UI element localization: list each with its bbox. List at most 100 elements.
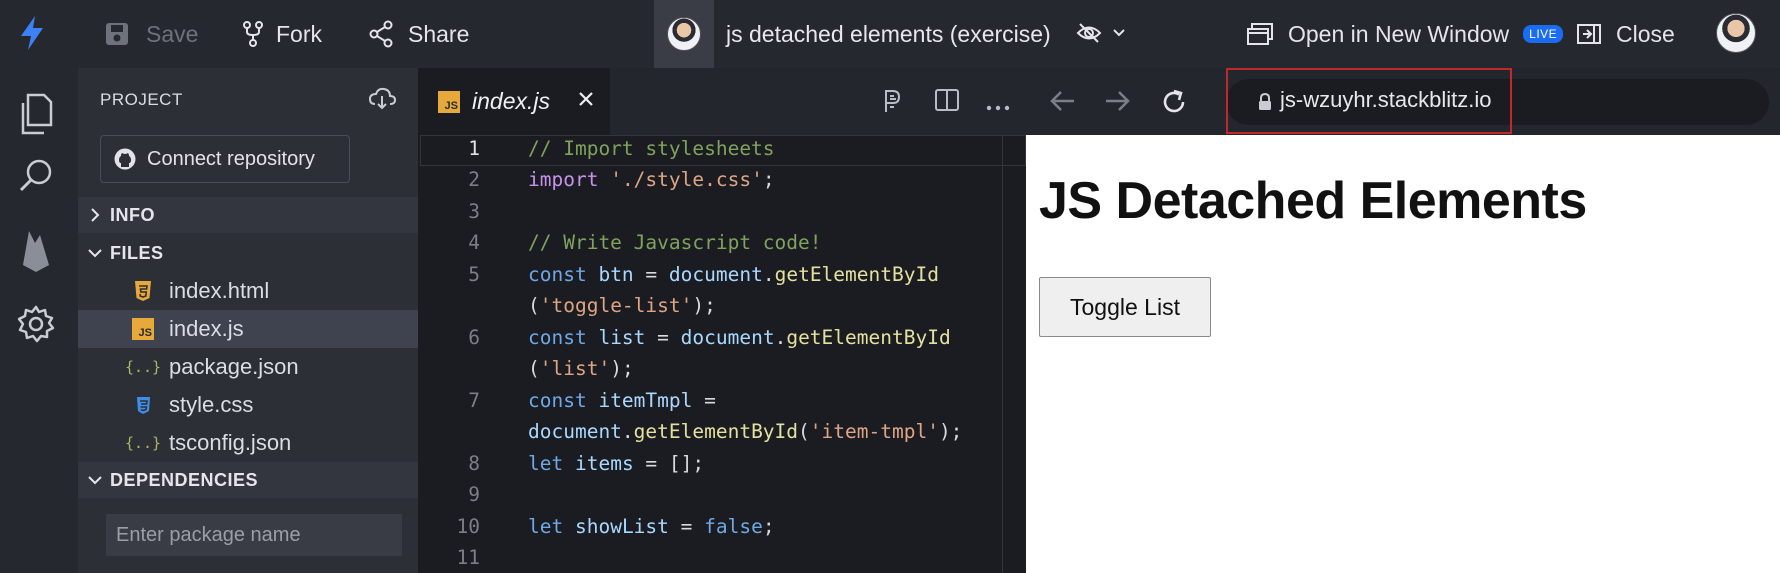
editor-tab-label: index.js	[472, 88, 550, 114]
live-badge: LIVE	[1523, 25, 1564, 43]
project-label: PROJECT	[100, 90, 183, 109]
forward-arrow-icon[interactable]	[1104, 88, 1132, 119]
share-button[interactable]: Share	[368, 0, 469, 68]
files-section-label: FILES	[110, 242, 164, 263]
user-avatar[interactable]	[1716, 13, 1756, 53]
line-number: 11	[456, 546, 480, 569]
dependencies-section-label: DEPENDENCIES	[110, 469, 259, 490]
project-sidebar: PROJECT Connect repository INFO FILES in…	[78, 68, 418, 573]
stackblitz-logo-icon[interactable]	[18, 14, 46, 57]
file-item-package-json[interactable]: {..} package.json	[78, 348, 418, 386]
gear-icon[interactable]	[14, 302, 58, 346]
line-number: 3	[468, 200, 480, 223]
file-name: package.json	[169, 354, 299, 379]
eye-off-icon	[1076, 23, 1102, 43]
line-number: 10	[456, 515, 480, 538]
file-name: index.js	[169, 316, 244, 341]
fork-button[interactable]: Fork	[242, 0, 322, 68]
line-number: 1	[468, 137, 480, 160]
files-icon[interactable]	[14, 92, 58, 136]
more-options-icon[interactable]	[986, 98, 1010, 116]
back-arrow-icon[interactable]	[1048, 88, 1076, 119]
files-section-header[interactable]: FILES	[78, 235, 418, 271]
editor-tab-index-js[interactable]: JS index.js	[418, 68, 610, 135]
close-label: Close	[1616, 20, 1675, 47]
css-icon	[132, 394, 154, 416]
editor-tab-bar: JS index.js	[418, 68, 1026, 135]
file-item-style-css[interactable]: style.css	[78, 386, 418, 424]
toggle-list-button[interactable]: Toggle List	[1039, 277, 1211, 337]
code-line: ('list');	[528, 357, 634, 380]
reload-icon[interactable]	[1160, 88, 1188, 121]
code-area[interactable]: 1 2 3 4 5 6 7 8 9 10 11 // Import styles…	[418, 135, 1026, 573]
package-name-input[interactable]	[106, 514, 402, 556]
line-number: 5	[468, 263, 480, 286]
github-icon	[114, 148, 136, 170]
prettier-format-icon[interactable]	[882, 88, 904, 119]
preview-heading: JS Detached Elements	[1039, 172, 1587, 230]
preview-pane: JS Detached Elements Toggle List	[1026, 135, 1780, 573]
line-number: 2	[468, 168, 480, 191]
save-button[interactable]: Save	[104, 0, 198, 68]
chevron-down-icon	[1113, 29, 1125, 37]
file-item-tsconfig-json[interactable]: {..} tsconfig.json	[78, 424, 418, 462]
top-bar: Save Fork Share js detached elements (ex…	[0, 0, 1780, 68]
file-name: tsconfig.json	[169, 430, 292, 455]
js-icon: JS	[438, 90, 460, 113]
line-number: 8	[468, 452, 480, 475]
fork-icon	[243, 21, 263, 47]
open-window-label: Open in New Window	[1288, 20, 1510, 47]
file-name: style.css	[169, 392, 254, 417]
code-editor: JS index.js 1 2 3 4 5 6 7 8 9 10 11 // I…	[418, 68, 1026, 573]
file-item-index-html[interactable]: index.html	[78, 272, 418, 310]
url-text[interactable]: js-wzuyhr.stackblitz.io	[1280, 87, 1492, 113]
line-number: 7	[468, 389, 480, 412]
save-icon	[106, 23, 128, 45]
info-section-label: INFO	[110, 204, 155, 225]
lock-icon	[1258, 92, 1272, 116]
code-line: const btn = document.getElementById	[528, 263, 939, 286]
line-number: 9	[468, 483, 480, 506]
preview-toolbar: js-wzuyhr.stackblitz.io	[1026, 68, 1780, 135]
activity-bar	[0, 68, 78, 573]
dependencies-section-header[interactable]: DEPENDENCIES	[78, 462, 418, 498]
js-icon: JS	[132, 318, 154, 340]
project-avatar-tab[interactable]	[654, 0, 714, 68]
split-editor-icon[interactable]	[934, 88, 960, 117]
search-icon[interactable]	[14, 154, 58, 198]
project-owner-avatar	[667, 17, 701, 51]
open-new-window-button[interactable]: Open in New Window LIVE	[1246, 0, 1564, 68]
file-name: index.html	[169, 278, 270, 303]
js-badge: JS	[132, 318, 154, 340]
visibility-dropdown[interactable]	[1076, 20, 1126, 46]
line-number: 4	[468, 231, 480, 254]
code-line: // Write Javascript code!	[528, 231, 822, 254]
share-icon	[369, 20, 393, 48]
chevron-right-icon	[80, 207, 110, 223]
info-section-header[interactable]: INFO	[78, 197, 418, 233]
code-line: const itemTmpl =	[528, 389, 716, 412]
code-line: document.getElementById('item-tmpl');	[528, 420, 963, 443]
fork-label: Fork	[276, 20, 322, 47]
chevron-down-icon	[80, 475, 110, 485]
close-panel-icon	[1577, 24, 1601, 44]
connect-repository-label: Connect repository	[147, 147, 315, 170]
code-line: let items = [];	[528, 452, 705, 475]
close-icon[interactable]	[578, 91, 594, 112]
code-line: // Import stylesheets	[528, 137, 775, 160]
html-icon	[132, 280, 154, 302]
connect-repository-button[interactable]: Connect repository	[100, 135, 350, 183]
chevron-down-icon	[80, 248, 110, 258]
close-preview-button[interactable]: Close	[1576, 0, 1675, 68]
code-line: ('toggle-list');	[528, 294, 716, 317]
line-number: 6	[468, 326, 480, 349]
new-window-icon	[1247, 23, 1273, 45]
firebase-icon[interactable]	[14, 228, 58, 272]
save-label: Save	[146, 20, 199, 47]
cloud-download-icon[interactable]	[368, 86, 397, 115]
file-item-index-js[interactable]: JS index.js	[78, 310, 418, 348]
project-title[interactable]: js detached elements (exercise)	[726, 0, 1051, 68]
json-icon: {..}	[124, 434, 162, 452]
share-label: Share	[408, 20, 470, 47]
code-line: let showList = false;	[528, 515, 775, 538]
